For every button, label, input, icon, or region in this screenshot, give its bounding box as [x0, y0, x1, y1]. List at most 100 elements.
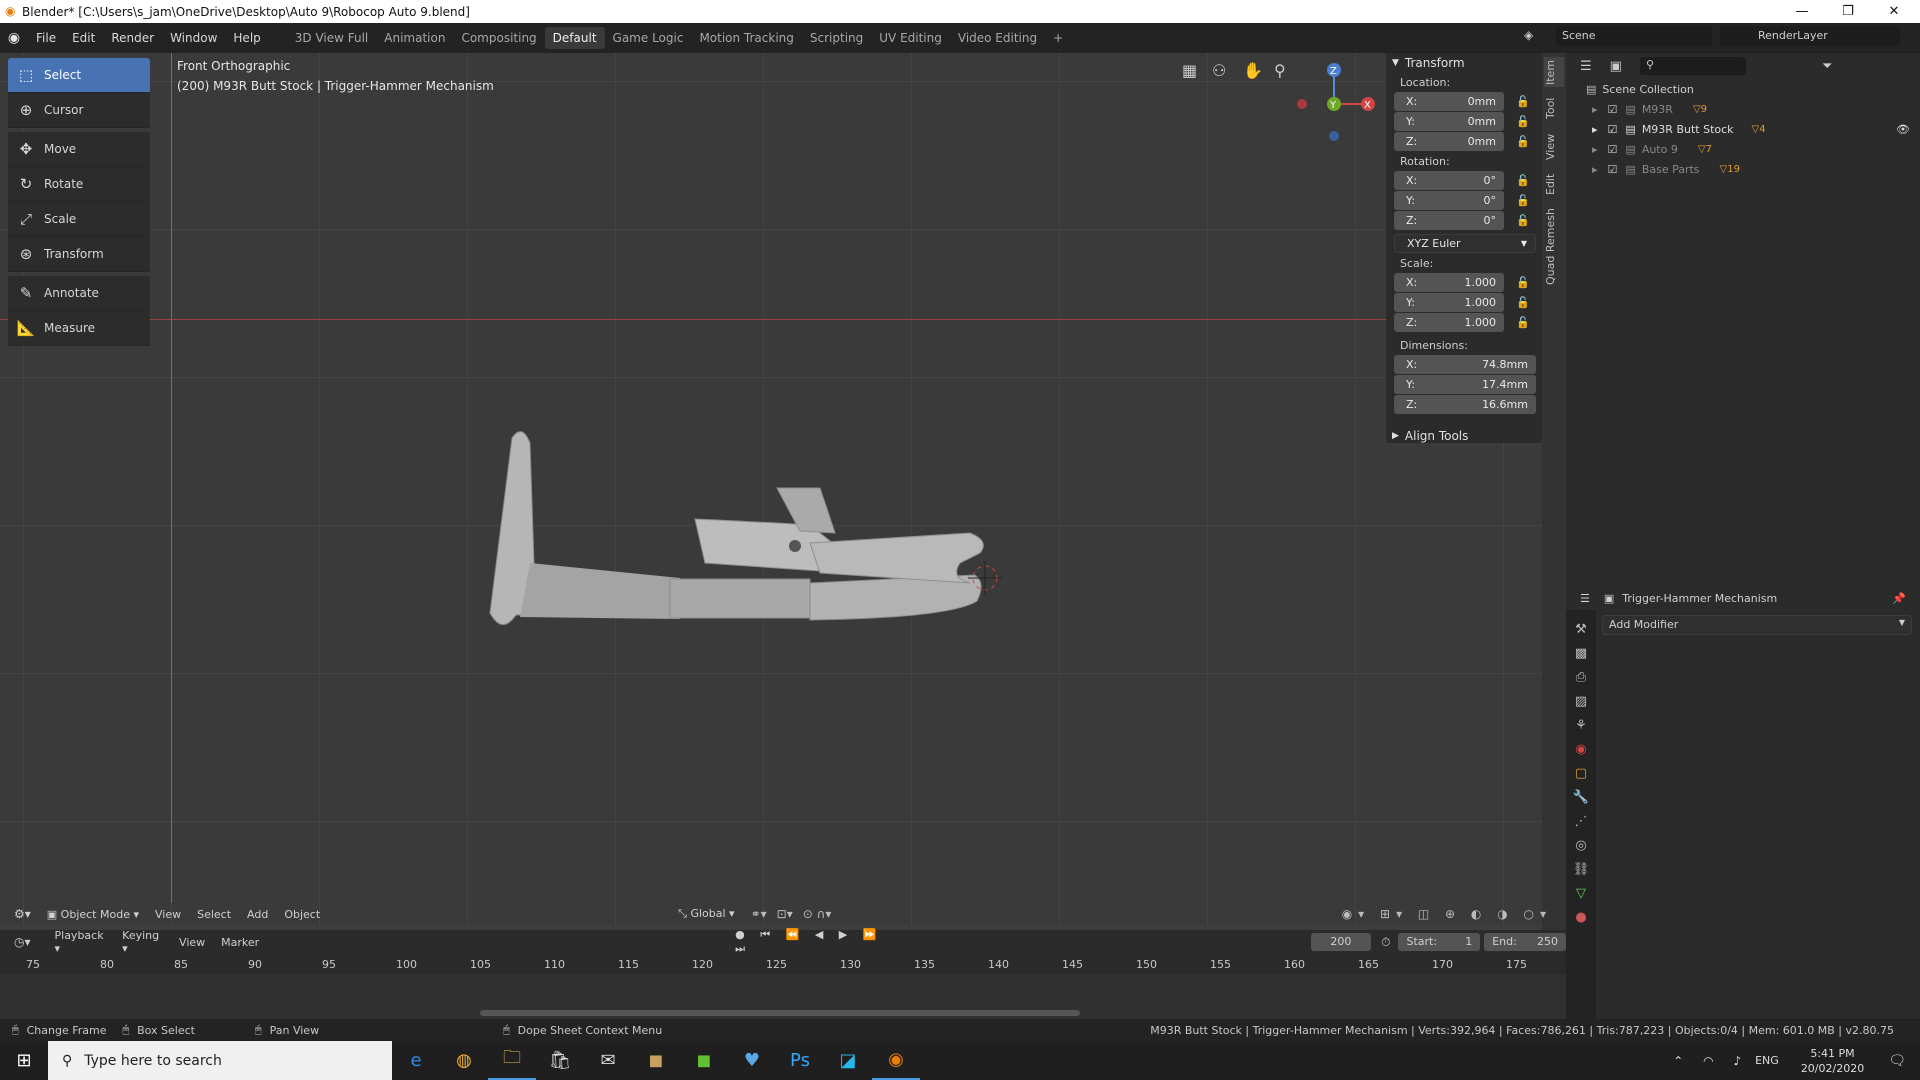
menu-window[interactable]: Window	[162, 31, 225, 45]
editor-type-icon[interactable]: ☰	[1580, 592, 1590, 605]
taskbar-search[interactable]: ⚲ Type here to search	[48, 1041, 392, 1080]
menu-render[interactable]: Render	[103, 31, 162, 45]
tab-game-logic[interactable]: Game Logic	[605, 27, 692, 49]
menu-object[interactable]: Object	[276, 908, 328, 921]
scale-x-field[interactable]: X: 1.000	[1394, 273, 1504, 292]
zoom-icon[interactable]: ⚲	[1274, 61, 1286, 80]
tab-quad-remesh[interactable]: Quad Remesh	[1544, 207, 1564, 287]
location-y-field[interactable]: Y: 0mm	[1394, 112, 1504, 131]
scale-z-field[interactable]: Z: 1.000	[1394, 313, 1504, 332]
dimension-z-field[interactable]: Z: 16.6mm	[1394, 395, 1536, 414]
scale-y-field[interactable]: Y: 1.000	[1394, 293, 1504, 312]
render-icon[interactable]: ▩	[1575, 646, 1587, 661]
photoshop-icon[interactable]: Ps	[776, 1041, 824, 1080]
scene-icon[interactable]: ⚘	[1575, 718, 1587, 733]
lock-icon[interactable]: 🔓	[1516, 115, 1530, 128]
tool-rotate[interactable]: ↻ Rotate	[8, 167, 150, 202]
outliner-item-auto-9[interactable]: ▸ ☑ ▤ Auto 9 ▽7	[1566, 139, 1920, 159]
pan-hand-icon[interactable]: ✋	[1243, 61, 1263, 80]
tab-compositing[interactable]: Compositing	[453, 27, 544, 49]
menu-add[interactable]: Add	[239, 908, 276, 921]
filter-icon[interactable]: ⏷	[1822, 59, 1832, 74]
app-icon[interactable]: ◪	[824, 1041, 872, 1080]
lock-icon[interactable]: 🔓	[1516, 214, 1530, 227]
menu-playback[interactable]: Playback ▾	[47, 929, 115, 955]
tool-transform[interactable]: ⊛ Transform	[8, 237, 150, 272]
modifier-wrench-icon[interactable]: 🔧	[1573, 790, 1589, 805]
object-data-icon[interactable]: ▽	[1576, 886, 1586, 901]
proportional-edit-icon[interactable]: ⊙ ∩▾	[803, 907, 832, 921]
lock-icon[interactable]: 🔓	[1516, 135, 1530, 148]
lock-icon[interactable]: 🔓	[1516, 174, 1530, 187]
chrome-icon[interactable]: ◍	[440, 1041, 488, 1080]
editor-type-icon[interactable]: ⚙▾	[14, 907, 31, 921]
tab-edit[interactable]: Edit	[1544, 169, 1564, 199]
outliner-item-m93r-butt-stock[interactable]: ▸ ☑ ▤ M93R Butt Stock ▽4 👁	[1566, 119, 1920, 139]
start-frame-field[interactable]: Start: 1	[1398, 933, 1481, 951]
edge-icon[interactable]: e	[392, 1041, 440, 1080]
camera-view-icon[interactable]: ⚇	[1212, 61, 1226, 80]
snap-icon[interactable]: ⊡▾	[777, 907, 793, 921]
editor-type-icon[interactable]: ◷▾	[14, 935, 31, 949]
tool-annotate[interactable]: ✎ Annotate	[8, 276, 150, 311]
restore-button[interactable]: ❐	[1825, 0, 1871, 23]
scene-collection-row[interactable]: ▤ Scene Collection	[1566, 79, 1920, 99]
pivot-icon[interactable]: ⚭▾	[751, 907, 767, 921]
outliner-item-m93r[interactable]: ▸ ☑ ▤ M93R ▽9	[1566, 99, 1920, 119]
tab-view[interactable]: View	[1544, 131, 1564, 163]
toggle-grid-icon[interactable]: ▦	[1182, 61, 1197, 80]
align-tools-header[interactable]: ▶ Align Tools	[1386, 426, 1542, 446]
dimension-y-field[interactable]: Y: 17.4mm	[1394, 375, 1536, 394]
notification-icon[interactable]: 🗨	[1888, 1053, 1906, 1069]
tab-animation[interactable]: Animation	[376, 27, 453, 49]
menu-file[interactable]: File	[28, 31, 64, 45]
store-icon[interactable]: 🛍	[536, 1041, 584, 1080]
lock-icon[interactable]: 🔓	[1516, 296, 1530, 309]
display-mode-icon[interactable]: ☰	[1580, 59, 1592, 74]
physics-icon[interactable]: ◎	[1575, 838, 1586, 853]
app-icon[interactable]: ♥	[728, 1041, 776, 1080]
current-frame-field[interactable]: 200	[1310, 933, 1372, 951]
tab-video-editing[interactable]: Video Editing	[950, 27, 1045, 49]
shading-mode-icons[interactable]: ◉▾ ⊞▾ ◫ ⊕ ◐ ◑ ○▾	[1342, 907, 1552, 921]
butt-stock-model[interactable]	[480, 413, 1020, 653]
mail-icon[interactable]: ✉	[584, 1041, 632, 1080]
view-layer-icon[interactable]: ▨	[1575, 694, 1587, 709]
lock-icon[interactable]: 🔓	[1516, 276, 1530, 289]
app-icon[interactable]: ◼	[632, 1041, 680, 1080]
scene-selector-icon[interactable]: ◈	[1524, 28, 1544, 42]
tab-3d-view-full[interactable]: 3D View Full	[287, 27, 377, 49]
tool-measure[interactable]: 📐 Measure	[8, 311, 150, 346]
pin-icon[interactable]: 📌	[1892, 592, 1906, 605]
timeline-scrollbar[interactable]	[480, 1010, 1080, 1016]
blender-menu-icon[interactable]: ◉	[0, 30, 28, 46]
tool-settings-icon[interactable]: ⚒	[1575, 622, 1587, 637]
add-workspace-icon[interactable]: +	[1045, 27, 1071, 49]
clock[interactable]: 5:41 PM 20/02/2020	[1801, 1046, 1864, 1076]
world-icon[interactable]: ◉	[1575, 742, 1586, 757]
rotation-mode-dropdown[interactable]: XYZ Euler ▼	[1394, 234, 1536, 253]
menu-view[interactable]: View	[147, 908, 189, 921]
scene-name-field[interactable]: Scene	[1556, 26, 1712, 46]
tool-cursor[interactable]: ⊕ Cursor	[8, 93, 150, 128]
end-frame-field[interactable]: End: 250	[1484, 933, 1566, 951]
tab-tool[interactable]: Tool	[1544, 93, 1564, 123]
blender-taskbar-icon[interactable]: ◉	[872, 1041, 920, 1080]
material-icon[interactable]: ●	[1575, 910, 1586, 925]
timeline-ruler[interactable]: 75 80 85 90 95 100 105 110 115 120 125 130 135 140 145…	[0, 954, 1566, 1024]
renderlayer-field[interactable]: RenderLayer	[1720, 26, 1900, 46]
view-layer-icon[interactable]: ▣	[1610, 59, 1622, 74]
tab-item[interactable]: Item	[1544, 57, 1564, 87]
rotation-x-field[interactable]: X: 0°	[1394, 171, 1504, 190]
rotation-z-field[interactable]: Z: 0°	[1394, 211, 1504, 230]
file-explorer-icon[interactable]: 🗀	[488, 1041, 536, 1080]
lock-icon[interactable]: 🔓	[1516, 194, 1530, 207]
playback-controls[interactable]: ● ⏮ ⏪ ◀ ▶ ⏩ ⏭	[735, 928, 888, 956]
location-z-field[interactable]: Z: 0mm	[1394, 132, 1504, 151]
lock-icon[interactable]: 🔓	[1516, 95, 1530, 108]
transform-orientation-dropdown[interactable]: ⤡ Global ▾	[678, 907, 734, 921]
menu-timeline-view[interactable]: View	[171, 936, 213, 949]
constraints-icon[interactable]: ⛓	[1573, 862, 1590, 877]
location-x-field[interactable]: X: 0mm	[1394, 92, 1504, 111]
output-icon[interactable]: ⎙	[1576, 670, 1586, 685]
